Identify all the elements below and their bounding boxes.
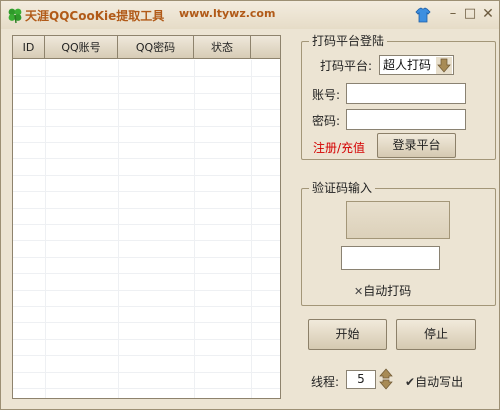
platform-group-label: 打码平台登陆 (309, 34, 388, 48)
platform-select-value: 超人打码 (383, 58, 432, 72)
platform-select[interactable]: 超人打码 (379, 55, 454, 75)
window-title: 天涯QQCooKie提取工具 (25, 9, 165, 23)
table-gridline (13, 306, 280, 307)
table-gridline (13, 109, 280, 110)
table-header: ID QQ账号 QQ密码 状态 (13, 36, 280, 59)
table-gridline (13, 142, 280, 143)
auto-write-checkbox[interactable]: ✔自动写出 (405, 373, 463, 390)
account-table[interactable]: ID QQ账号 QQ密码 状态 (12, 35, 281, 399)
captcha-input-group: 验证码输入 ✕自动打码 (301, 181, 496, 306)
auto-captcha-checkbox[interactable]: ✕自动打码 (354, 282, 411, 299)
platform-login-group: 打码平台登陆 打码平台: 超人打码 账号: 密码: 注册/充值 登录平台 (301, 34, 496, 160)
column-header-blank[interactable] (251, 36, 280, 59)
column-header-qq-password[interactable]: QQ密码 (118, 36, 194, 59)
account-input[interactable] (346, 83, 466, 104)
captcha-input[interactable] (341, 246, 440, 270)
threads-input[interactable]: 5 (346, 370, 376, 389)
captcha-group-label: 验证码输入 (309, 181, 376, 195)
login-platform-button[interactable]: 登录平台 (377, 133, 456, 158)
minimize-button[interactable]: – (446, 6, 460, 22)
title-bar[interactable]: 天涯QQCooKie提取工具 www.ltywz.com – □ ✕ (1, 1, 499, 29)
column-header-status[interactable]: 状态 (194, 36, 251, 59)
column-header-id[interactable]: ID (13, 36, 45, 59)
stop-button[interactable]: 停止 (396, 319, 476, 350)
platform-label: 打码平台: (320, 59, 373, 73)
table-gridline (13, 355, 280, 356)
table-gridline (13, 257, 280, 258)
table-gridline (13, 240, 280, 241)
password-input[interactable] (346, 109, 466, 130)
threads-label: 线程: (311, 375, 340, 389)
window-url: www.ltywz.com (179, 7, 276, 20)
maximize-button[interactable]: □ (463, 6, 477, 22)
start-button[interactable]: 开始 (308, 319, 387, 350)
register-recharge-link[interactable]: 注册/充值 (313, 139, 365, 156)
table-gridline (13, 388, 280, 389)
table-body[interactable] (13, 60, 280, 398)
table-gridline (13, 208, 280, 209)
checkmark-icon: ✔ (405, 375, 416, 389)
table-gridline (13, 273, 280, 274)
table-gridline (13, 290, 280, 291)
table-gridline (45, 60, 46, 398)
table-gridline (13, 93, 280, 94)
table-gridline (13, 322, 280, 323)
auto-captcha-label: 自动打码 (363, 284, 412, 298)
app-window: 天涯QQCooKie提取工具 www.ltywz.com – □ ✕ ID QQ… (0, 0, 500, 410)
account-label: 账号: (312, 88, 341, 102)
skin-shirt-icon[interactable] (415, 6, 431, 24)
table-gridline (194, 60, 195, 398)
auto-write-label: 自动写出 (415, 375, 464, 389)
table-gridline (118, 60, 119, 398)
password-label: 密码: (312, 114, 341, 128)
clover-icon (8, 8, 22, 24)
table-gridline (13, 76, 280, 77)
table-gridline (13, 339, 280, 340)
close-button[interactable]: ✕ (481, 6, 495, 22)
table-gridline (13, 191, 280, 192)
table-gridline (13, 126, 280, 127)
table-gridline (13, 224, 280, 225)
cross-mark-icon: ✕ (354, 285, 364, 298)
table-gridline (13, 175, 280, 176)
table-gridline (13, 372, 280, 373)
captcha-image[interactable] (346, 201, 450, 239)
table-gridline (251, 60, 252, 398)
table-gridline (13, 158, 280, 159)
down-arrow-icon[interactable] (436, 57, 452, 74)
column-header-qq-account[interactable]: QQ账号 (45, 36, 118, 59)
up-down-arrow-icon[interactable] (378, 368, 394, 390)
